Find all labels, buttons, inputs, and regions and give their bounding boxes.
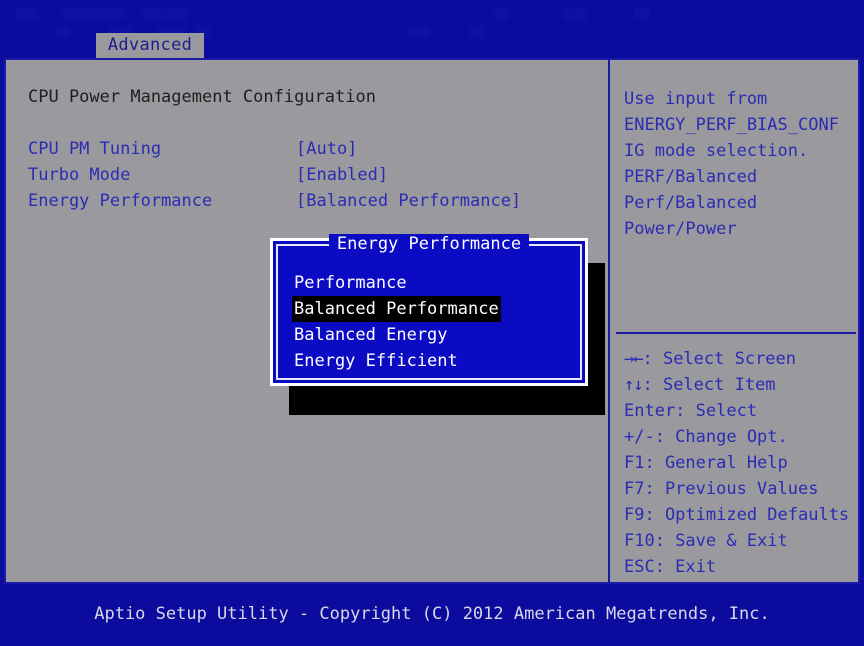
tab-advanced[interactable]: Advanced — [96, 33, 204, 58]
menu-bar: ▒▒▒ ▒▒▒▒▒▒▒▒ ▒▒▒▒▒▒ ▒▒ ▒▒▒ ▒▒ ▒▒ ▒▒▒ ▒▒▒… — [0, 0, 864, 58]
setting-value[interactable]: [Balanced Performance] — [296, 188, 521, 214]
key-legend-exit: ESC: Exit — [624, 557, 717, 577]
key-legend-list: →←: Select Screen ↑↓: Select Item Enter:… — [624, 346, 864, 580]
dialog-option-balanced-performance[interactable]: Balanced Performance — [292, 296, 572, 322]
setting-value[interactable]: [Enabled] — [296, 162, 388, 188]
setting-label: Turbo Mode — [28, 165, 131, 185]
footer-bar: Aptio Setup Utility - Copyright (C) 2012… — [0, 588, 864, 646]
key-legend-general-help: F1: General Help — [624, 453, 788, 473]
bios-setup-screen: ▒▒▒ ▒▒▒▒▒▒▒▒ ▒▒▒▒▒▒ ▒▒ ▒▒▒ ▒▒ ▒▒ ▒▒▒ ▒▒▒… — [0, 0, 864, 646]
setting-row-energy-performance[interactable]: Energy Performance [Balanced Performance… — [28, 188, 606, 214]
dialog-option-list: Performance Balanced Performance Balance… — [292, 270, 572, 374]
menu-bar-ghost-text-top: ▒▒▒ ▒▒▒▒▒▒▒▒ ▒▒▒▒▒▒ ▒▒ ▒▒▒ ▒▒ — [0, 8, 674, 20]
help-description-line: Perf/Balanced — [624, 193, 758, 213]
setting-label: CPU PM Tuning — [28, 139, 162, 159]
settings-list: CPU PM Tuning [Auto] Turbo Mode [Enabled… — [28, 136, 606, 214]
setting-row-cpu-pm-tuning[interactable]: CPU PM Tuning [Auto] — [28, 136, 606, 162]
help-description-line: ENERGY_PERF_BIAS_CONF — [624, 115, 839, 135]
dialog-inner-border: Energy Performance Performance Balanced … — [276, 234, 582, 380]
dialog-option-label: Energy Efficient — [294, 351, 458, 371]
help-description-line: PERF/Balanced — [624, 167, 758, 187]
dialog-option-label: Balanced Energy — [294, 325, 448, 345]
arrow-left-right-icon: →← — [624, 349, 644, 369]
key-legend-label: : Select Item — [642, 375, 776, 395]
dialog-option-label: Performance — [294, 273, 407, 293]
setting-value[interactable]: [Auto] — [296, 136, 357, 162]
key-legend-save-and-exit: F10: Save & Exit — [624, 531, 788, 551]
key-legend-change-opt: +/-: Change Opt. — [624, 427, 788, 447]
key-legend-select-item: ↑↓: Select Item — [624, 372, 864, 398]
dialog-option-label: Balanced Performance — [292, 296, 501, 322]
key-legend-select-screen: →←: Select Screen — [624, 346, 864, 372]
copyright-text: Aptio Setup Utility - Copyright (C) 2012… — [94, 604, 770, 624]
key-legend-optimized-defaults: F9: Optimized Defaults — [624, 505, 850, 525]
energy-performance-dialog[interactable]: Energy Performance Performance Balanced … — [270, 234, 588, 386]
key-legend-previous-values: F7: Previous Values — [624, 479, 819, 499]
help-separator — [616, 332, 856, 334]
page-title: CPU Power Management Configuration — [28, 87, 376, 107]
dialog-option-energy-efficient[interactable]: Energy Efficient — [292, 348, 572, 374]
dialog-option-balanced-energy[interactable]: Balanced Energy — [292, 322, 572, 348]
arrow-up-down-icon: ↑↓ — [624, 375, 644, 395]
setting-row-turbo-mode[interactable]: Turbo Mode [Enabled] — [28, 162, 606, 188]
dialog-title: Energy Performance — [278, 234, 580, 254]
help-description-line: IG mode selection. — [624, 141, 809, 161]
dialog-option-performance[interactable]: Performance — [292, 270, 572, 296]
dialog-title-text: Energy Performance — [328, 234, 530, 254]
help-description-line: Power/Power — [624, 219, 737, 239]
setting-label: Energy Performance — [28, 191, 213, 211]
key-legend-label: : Select Screen — [642, 349, 797, 369]
help-description-line: Use input from — [624, 89, 768, 109]
key-legend-enter: Enter: Select — [624, 401, 758, 421]
